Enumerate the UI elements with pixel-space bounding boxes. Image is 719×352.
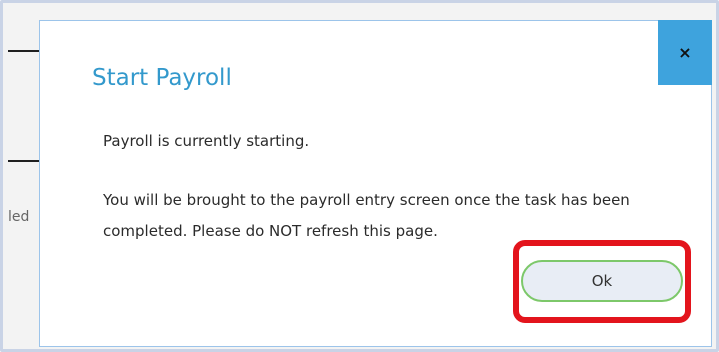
ok-button-highlight xyxy=(513,240,691,323)
screenshot-frame: led × Start Payroll Payroll is currently… xyxy=(0,0,719,352)
background-text-fragment: led xyxy=(8,209,30,225)
close-button[interactable]: × xyxy=(658,20,712,85)
background-divider xyxy=(8,50,42,52)
background-divider xyxy=(8,160,42,162)
dialog-message-status: Payroll is currently starting. xyxy=(103,132,310,150)
close-icon: × xyxy=(678,43,692,62)
dialog-message-instructions: You will be brought to the payroll entry… xyxy=(103,191,630,240)
dialog-title: Start Payroll xyxy=(92,65,232,91)
